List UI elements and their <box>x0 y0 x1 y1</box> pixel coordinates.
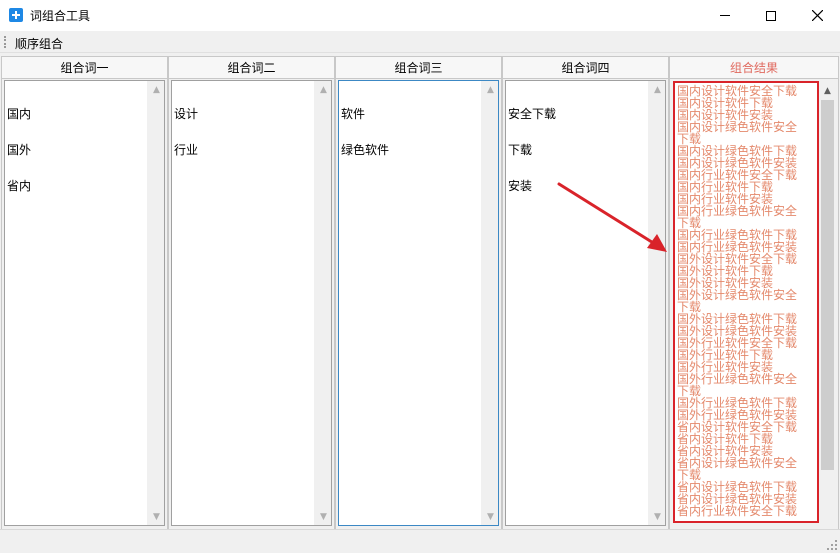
result-line: 国外行业绿色软件安全下载 <box>677 372 798 398</box>
scrollbar[interactable]: ▲ ▼ <box>481 81 498 525</box>
word-input-4[interactable]: 安全下载 下载 安装 ▲ ▼ <box>505 80 666 526</box>
scroll-down-icon[interactable]: ▼ <box>148 508 164 525</box>
status-bar <box>0 529 840 553</box>
column-header-4: 组合词四 <box>502 56 669 79</box>
sequential-combine-button[interactable]: 顺序组合 <box>15 35 63 52</box>
column-header-1: 组合词一 <box>1 56 168 79</box>
word-list-4: 安全下载 下载 安装 <box>508 84 556 216</box>
result-line: 省内行业软件安全下载 <box>677 504 798 518</box>
scroll-down-icon[interactable]: ▼ <box>649 508 665 525</box>
column-header-2: 组合词二 <box>168 56 335 79</box>
result-output[interactable]: 国内设计软件安全下载 国内设计软件下载 国内设计软件安装 国内设计绿色软件安全下载 国内… <box>673 81 819 523</box>
maximize-icon <box>766 10 776 21</box>
add-box-icon <box>9 8 23 22</box>
title-bar: 词组合工具 <box>0 0 840 31</box>
close-button[interactable] <box>794 0 840 31</box>
word-line: 省内 <box>7 179 32 193</box>
word-line: 安装 <box>508 179 533 193</box>
word-input-1[interactable]: 国内 国外 省内 ▲ ▼ <box>4 80 165 526</box>
result-line: 省内设计绿色软件安全下载 <box>677 456 798 482</box>
result-line: 国内行业绿色软件安全下载 <box>677 204 798 230</box>
scroll-up-icon[interactable]: ▲ <box>315 81 331 98</box>
word-line: 安全下载 <box>508 107 557 121</box>
word-line: 设计 <box>174 107 199 121</box>
scroll-up-icon[interactable]: ▲ <box>482 81 498 98</box>
minimize-icon <box>720 15 730 16</box>
scrollbar[interactable]: ▲ ▼ <box>648 81 665 525</box>
maximize-button[interactable] <box>748 0 794 31</box>
scrollbar[interactable]: ▲ ▼ <box>147 81 164 525</box>
scroll-up-icon[interactable]: ▲ <box>649 81 665 98</box>
word-list-3: 软件 绿色软件 <box>341 84 389 180</box>
toolbar: 顺序组合 <box>0 31 840 53</box>
word-line: 国外 <box>7 143 32 157</box>
scroll-up-icon[interactable]: ▲ <box>148 81 164 98</box>
minimize-button[interactable] <box>702 0 748 31</box>
result-scrollbar[interactable]: ▲ <box>819 82 836 524</box>
word-input-3[interactable]: 软件 绿色软件 ▲ ▼ <box>338 80 499 526</box>
word-line: 下载 <box>508 143 533 157</box>
column-header-3: 组合词三 <box>335 56 502 79</box>
word-list-1: 国内 国外 省内 <box>7 84 31 216</box>
window-title: 词组合工具 <box>30 9 91 23</box>
scrollbar[interactable]: ▲ ▼ <box>314 81 331 525</box>
red-arrow-icon <box>557 182 667 252</box>
word-list-2: 设计 行业 <box>174 84 198 180</box>
word-line: 软件 <box>341 107 366 121</box>
result-line: 国内设计绿色软件安全下载 <box>677 120 798 146</box>
result-line: 国外设计绿色软件安全下载 <box>677 288 798 314</box>
scroll-down-icon[interactable]: ▼ <box>315 508 331 525</box>
word-line: 国内 <box>7 107 32 121</box>
word-line: 行业 <box>174 143 199 157</box>
scroll-down-icon[interactable]: ▼ <box>482 508 498 525</box>
result-list: 国内设计软件安全下载 国内设计软件下载 国内设计软件安装 国内设计绿色软件安全下载 国内… <box>677 85 801 517</box>
scroll-up-icon[interactable]: ▲ <box>819 82 836 99</box>
toolbar-grip[interactable] <box>4 36 6 48</box>
column-header-result: 组合结果 <box>669 56 839 79</box>
resize-grip-icon[interactable] <box>826 539 838 551</box>
close-icon <box>811 10 823 21</box>
word-input-2[interactable]: 设计 行业 ▲ ▼ <box>171 80 332 526</box>
word-line: 绿色软件 <box>341 143 390 157</box>
scrollbar-thumb[interactable] <box>821 100 834 470</box>
